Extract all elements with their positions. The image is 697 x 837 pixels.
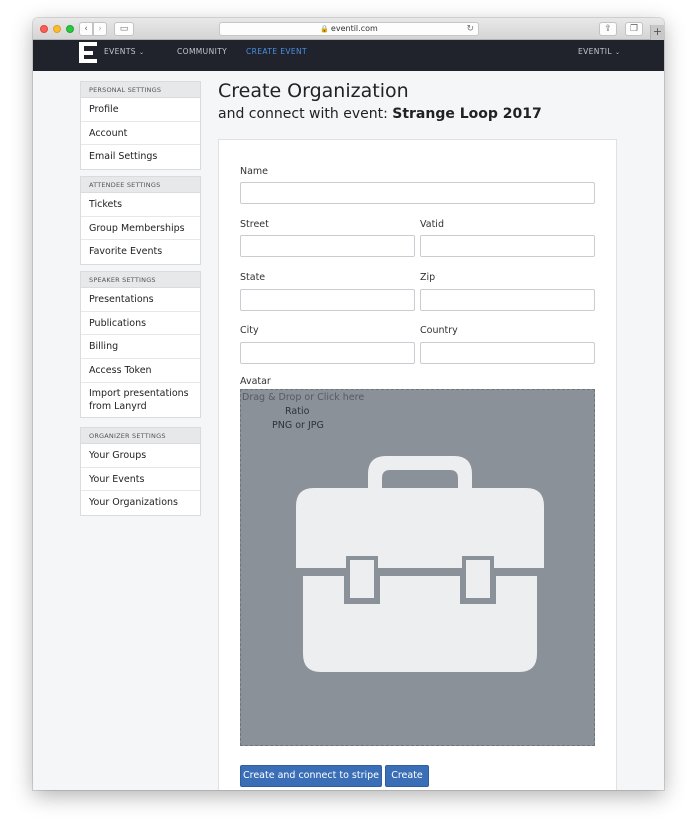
nav-community[interactable]: COMMUNITY	[177, 47, 227, 56]
sidebar-item-email-settings[interactable]: Email Settings	[81, 145, 200, 169]
section-header: ORGANIZER SETTINGS	[81, 428, 200, 444]
nav-account-menu[interactable]: EVENTIL ⌄	[578, 47, 620, 56]
address-bar[interactable]: 🔒 eventil.com ↻	[219, 22, 479, 36]
chevron-down-icon: ⌄	[138, 49, 145, 56]
country-input[interactable]	[420, 342, 595, 364]
sidebar-item-billing[interactable]: Billing	[81, 335, 200, 360]
minimize-window-button[interactable]	[53, 25, 61, 33]
name-label: Name	[240, 166, 269, 177]
section-header: SPEAKER SETTINGS	[81, 272, 200, 288]
site-header: EVENTS ⌄ COMMUNITY CREATE EVENT EVENTIL ⌄	[33, 40, 664, 71]
sidebar-item-presentations[interactable]: Presentations	[81, 288, 200, 312]
avatar-dropzone[interactable]: Drag & Drop or Click here Ratio PNG or J…	[240, 389, 595, 746]
sidebar-item-tickets[interactable]: Tickets	[81, 193, 200, 217]
url-text: eventil.com	[330, 24, 378, 33]
organizer-settings-group: ORGANIZER SETTINGS Your Groups Your Even…	[80, 427, 201, 517]
drop-hint-text: Drag & Drop or Click here	[242, 392, 365, 403]
browser-toolbar: ‹ › ▭ 🔒 eventil.com ↻ ⇪ ❐ +	[33, 18, 664, 40]
create-button[interactable]: Create	[385, 765, 429, 787]
attendee-settings-group: ATTENDEE SETTINGS Tickets Group Membersh…	[80, 176, 201, 266]
state-label: State	[240, 272, 266, 283]
zip-input[interactable]	[420, 289, 595, 311]
personal-settings-group: PERSONAL SETTINGS Profile Account Email …	[80, 81, 201, 171]
sidebar-item-favorite-events[interactable]: Favorite Events	[81, 240, 200, 264]
section-header: ATTENDEE SETTINGS	[81, 177, 200, 193]
sidebar-item-import-lanyrd[interactable]: Import presentations from Lanyrd	[81, 383, 200, 417]
city-input[interactable]	[240, 342, 415, 364]
name-input[interactable]	[240, 182, 595, 204]
sidebar-item-publications[interactable]: Publications	[81, 312, 200, 336]
eventil-logo[interactable]	[79, 42, 99, 63]
avatar-label: Avatar	[240, 376, 271, 387]
section-header: PERSONAL SETTINGS	[81, 82, 200, 98]
ratio-hint-text: Ratio	[285, 406, 310, 417]
sidebar-item-access-token[interactable]: Access Token	[81, 359, 200, 383]
chevron-down-icon: ⌄	[615, 49, 621, 56]
new-tab-icon[interactable]: +	[650, 25, 664, 40]
zoom-window-button[interactable]	[66, 25, 74, 33]
tabs-overview-icon[interactable]: ❐	[625, 22, 643, 36]
zip-label: Zip	[420, 272, 436, 283]
lock-icon: 🔒	[320, 25, 329, 33]
briefcase-icon	[296, 456, 544, 672]
sidebar-item-profile[interactable]: Profile	[81, 98, 200, 122]
country-label: Country	[420, 325, 458, 336]
page-title: Create Organization	[218, 80, 409, 102]
reload-icon[interactable]: ↻	[466, 23, 474, 35]
state-input[interactable]	[240, 289, 415, 311]
street-label: Street	[240, 219, 269, 230]
page-subtitle: and connect with event: Strange Loop 201…	[218, 106, 542, 122]
sidebar-item-account[interactable]: Account	[81, 122, 200, 146]
sidebar-item-your-events[interactable]: Your Events	[81, 468, 200, 492]
account-name: EVENTIL	[578, 47, 612, 56]
subtitle-prefix: and connect with event:	[218, 106, 393, 122]
sidebar-toggle-icon[interactable]: ▭	[114, 22, 134, 36]
sidebar-item-your-groups[interactable]: Your Groups	[81, 444, 200, 468]
browser-window: ‹ › ▭ 🔒 eventil.com ↻ ⇪ ❐ + EVENTS ⌄ COMMU…	[33, 18, 664, 790]
forward-arrow-icon[interactable]: ›	[93, 22, 107, 36]
back-arrow-icon[interactable]: ‹	[79, 22, 93, 36]
nav-events[interactable]: EVENTS ⌄	[104, 47, 144, 56]
sidebar-item-group-memberships[interactable]: Group Memberships	[81, 217, 200, 241]
share-icon[interactable]: ⇪	[599, 22, 617, 36]
speaker-settings-group: SPEAKER SETTINGS Presentations Publicati…	[80, 271, 201, 418]
format-hint-text: PNG or JPG	[272, 420, 324, 431]
event-name: Strange Loop 2017	[392, 106, 542, 122]
vatid-label: Vatid	[420, 219, 444, 230]
street-input[interactable]	[240, 235, 415, 257]
city-label: City	[240, 325, 259, 336]
close-window-button[interactable]	[40, 25, 48, 33]
create-and-connect-stripe-button[interactable]: Create and connect to stripe	[240, 765, 382, 787]
sidebar-item-your-organizations[interactable]: Your Organizations	[81, 491, 200, 515]
nav-create-event[interactable]: CREATE EVENT	[246, 47, 307, 56]
nav-events-label: EVENTS	[104, 47, 136, 56]
vatid-input[interactable]	[420, 235, 595, 257]
